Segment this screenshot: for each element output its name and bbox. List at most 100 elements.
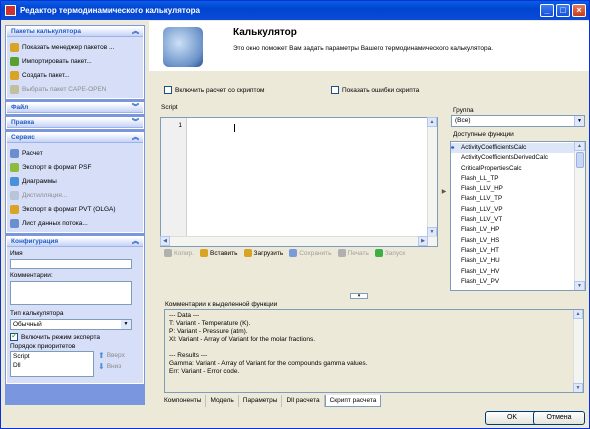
priority-item[interactable]: Script [13, 352, 93, 361]
function-list-item[interactable]: Flash_LLV_VP [451, 205, 575, 215]
title-bar[interactable]: Редактор термодинамического калькулятора… [1, 1, 589, 20]
print-icon [337, 249, 346, 257]
collapse-chevron-icon[interactable]: ︽ [132, 133, 139, 143]
scroll-down-arrow-icon[interactable]: ▼ [574, 281, 585, 290]
group-select[interactable]: (Все) ▼ [451, 115, 585, 127]
expand-right-arrow-icon[interactable]: ▶ [442, 188, 447, 195]
config-body: Имя Комментарии: Тип калькулятора Обычны… [7, 247, 143, 383]
packages-item[interactable]: Создать пакет... [10, 68, 140, 82]
minimize-button[interactable]: _ [540, 4, 554, 17]
show-errors-checkbox[interactable] [331, 86, 339, 94]
service-item[interactable]: Дистилляция... [10, 188, 140, 202]
paste-button[interactable]: Вставить [199, 249, 238, 257]
maximize-button[interactable]: □ [556, 4, 570, 17]
arrow-down-icon: ⬇ [98, 362, 105, 371]
service-item[interactable]: Экспорт в формат PSF [10, 160, 140, 174]
collapse-chevron-icon[interactable]: ︽ [132, 27, 139, 37]
name-input[interactable] [10, 259, 132, 269]
package-manager-icon [10, 42, 19, 52]
collapse-comments-button[interactable]: ▾ [350, 293, 368, 299]
show-errors-option[interactable]: Показать ошибки скрипта [331, 86, 419, 94]
functions-scrollbar[interactable]: ▲ ▼ [574, 142, 585, 290]
function-list-item[interactable]: Flash_LV_PV [451, 277, 575, 287]
scroll-up-arrow-icon[interactable]: ▲ [573, 310, 583, 319]
print-button[interactable]: Печать [337, 249, 369, 257]
expand-chevron-icon[interactable]: ︾ [132, 103, 139, 113]
expert-mode-checkbox[interactable]: ✓ [10, 331, 18, 341]
collapse-chevron-icon[interactable]: ︽ [132, 237, 139, 247]
function-list-item[interactable]: Flash_LLV_HP [451, 184, 575, 194]
script-toolbar: Копир. Вставить Загрузить Сохранить Печать За… [164, 247, 434, 259]
tab-4[interactable]: Скрипт расчета [324, 395, 382, 407]
function-comment-box[interactable]: --- Data --- T: Variant - Temperature (K)… [164, 309, 584, 393]
tab-2[interactable]: Параметры [239, 395, 283, 407]
packages-item[interactable]: Показать менеджер пакетов ... [10, 40, 140, 54]
function-list-item[interactable]: Flash_LV_HV [451, 267, 575, 277]
move-down-button[interactable]: ⬇ Вниз [98, 362, 125, 371]
move-up-button[interactable]: ⬆ Вверх [98, 351, 125, 360]
service-item[interactable]: Экспорт в формат PVT (OLGA) [10, 202, 140, 216]
enable-script-checkbox[interactable] [164, 86, 172, 94]
editor-horizontal-scrollbar[interactable]: ◀ ▶ [160, 236, 437, 246]
save-button[interactable]: Сохранить [289, 249, 332, 257]
expand-chevron-icon[interactable]: ︾ [132, 118, 139, 128]
ok-button[interactable]: OK [485, 411, 539, 425]
service-item[interactable]: Диаграммы [10, 174, 140, 188]
enable-script-option[interactable]: Включить расчет со скриптом [164, 86, 265, 94]
copy-icon [164, 249, 172, 257]
function-list-item[interactable]: Flash_LLV_VT [451, 215, 575, 225]
packages-item[interactable]: Импортировать пакет... [10, 54, 140, 68]
tab-0[interactable]: Компоненты [160, 395, 207, 407]
packages-item[interactable]: Выбрать пакет CAPE-OPEN [10, 82, 140, 96]
function-name: Flash_LV_PV [461, 277, 500, 285]
dropdown-arrow-icon[interactable]: ▼ [121, 320, 131, 329]
tab-3[interactable]: Dll расчета [282, 395, 325, 407]
toolbar-button-label: Вставить [209, 249, 238, 257]
service-item[interactable]: Лист данных потока... [10, 216, 140, 230]
copy-button[interactable]: Копир. [164, 249, 194, 257]
import-icon [10, 56, 19, 66]
priority-item[interactable]: Dll [13, 361, 93, 370]
function-list-item[interactable]: Flash_LV_HP [451, 225, 575, 235]
function-name: Flash_LV_HT [461, 246, 500, 254]
scroll-left-arrow-icon[interactable]: ◀ [160, 236, 170, 246]
function-list-item[interactable]: ActivityCoefficientsDerivedCalc [451, 153, 575, 163]
file-panel-header[interactable]: Файл ︾ [7, 103, 143, 113]
scroll-up-arrow-icon[interactable]: ▲ [427, 117, 437, 127]
show-errors-label: Показать ошибки скрипта [342, 86, 420, 94]
function-list-item[interactable]: Flash_LV_HS [451, 236, 575, 246]
splitter-handle[interactable]: ▶ [441, 171, 447, 211]
function-list-item[interactable]: ➡ ActivityCoefficientsCalc [451, 143, 575, 154]
page-description: Это окно поможет Вам задать параметры Ва… [233, 45, 494, 52]
function-list-item[interactable]: Flash_LL_TP [451, 174, 575, 184]
packages-panel-header[interactable]: Пакеты калькулятора ︽ [7, 27, 143, 37]
script-label: Script [161, 104, 178, 111]
cancel-button[interactable]: Отмена [533, 411, 585, 425]
function-list-item[interactable]: Flash_LLV_TP [451, 194, 575, 204]
load-button[interactable]: Загрузить [243, 249, 283, 257]
scroll-down-arrow-icon[interactable]: ▼ [573, 383, 583, 392]
toolbar-button-label: Запуск [384, 249, 406, 257]
config-panel-header[interactable]: Конфигурация ︽ [7, 237, 143, 247]
function-list-item[interactable]: CriticalPropertiesCalc [451, 164, 575, 174]
close-button[interactable]: × [572, 4, 586, 17]
service-panel-header[interactable]: Сервис ︽ [7, 133, 143, 143]
service-item[interactable]: Расчет [10, 146, 140, 160]
comments-textarea[interactable] [10, 281, 132, 305]
dropdown-arrow-icon[interactable]: ▼ [574, 116, 584, 126]
available-functions-list[interactable]: ➡ ActivityCoefficientsCalc ActivityCoeffic… [450, 141, 586, 291]
function-list-item[interactable]: Flash_LV_HU [451, 256, 575, 266]
scroll-thumb[interactable] [576, 152, 584, 168]
editor-vertical-scrollbar[interactable]: ▲ ▼ [427, 117, 437, 246]
function-list-item[interactable]: Flash_LV_HT [451, 246, 575, 256]
comment-scrollbar[interactable]: ▲ ▼ [573, 310, 583, 392]
edit-panel-header[interactable]: Правка ︾ [7, 118, 143, 128]
scroll-up-arrow-icon[interactable]: ▲ [574, 142, 585, 151]
calculator-type-select[interactable]: Обычный ▼ [10, 319, 132, 330]
tab-1[interactable]: Модель [206, 395, 239, 407]
comment-line: Err: Variant - Error code. [169, 368, 240, 375]
script-editor[interactable]: 1 ▲ ▼ ◀ ▶ [160, 117, 438, 247]
priority-list[interactable]: Script Dll [10, 351, 94, 377]
run-button[interactable]: Запуск [374, 249, 406, 257]
scroll-right-arrow-icon[interactable]: ▶ [418, 236, 428, 246]
